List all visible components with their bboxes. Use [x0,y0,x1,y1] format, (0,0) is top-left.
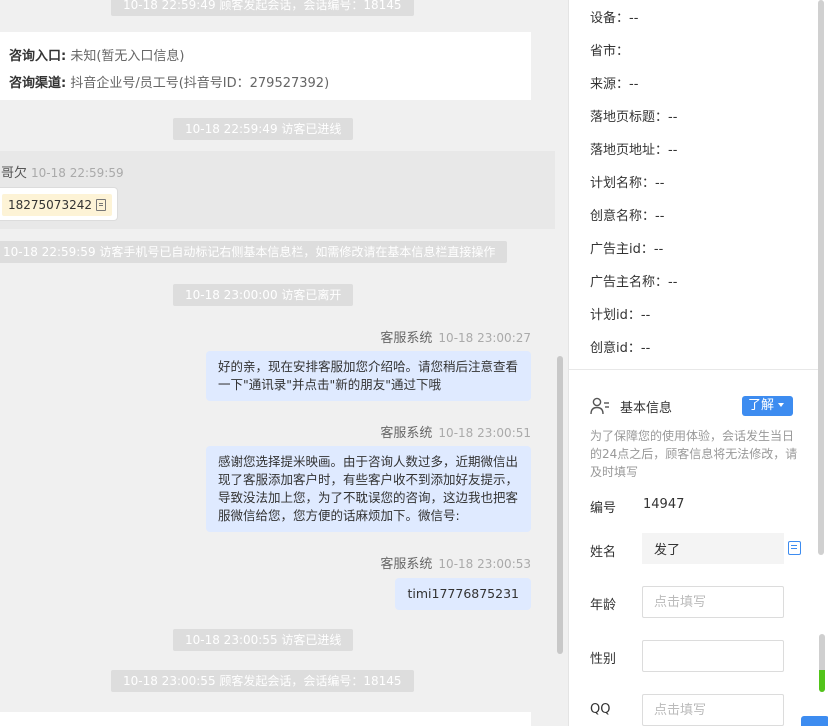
consult-entry-label: 咨询入口: [9,49,67,64]
consult-channel-row: 咨询渠道: 抖音企业号/员工号(抖音号ID：279527392) [9,70,531,97]
consult-entry-row: 咨询入口: 未知(暂无入口信息) [9,43,531,70]
field-label: 广告主名称： [590,275,669,290]
field-label: 来源： [590,77,630,92]
name-field[interactable]: 发了 [642,533,784,564]
field-device: 设备：-- [590,7,638,26]
visitor-sender: 月哥欠10-18 22:59:59 [0,162,124,181]
basic-info-title: 基本信息 [620,400,673,416]
phone-number: 18275073242 [8,198,92,212]
field-label: 计划id： [590,308,641,323]
basic-info-header: 基本信息 [590,394,672,418]
field-label: 设备： [590,11,630,26]
age-input[interactable] [642,586,784,618]
name-label: 姓名 [590,545,617,560]
field-creative-id: 创意id：-- [590,337,650,356]
field-landing-url: 落地页地址：-- [590,139,677,158]
gender-label: 性别 [590,652,617,667]
visitor-name: 月哥欠 [0,166,28,181]
customer-info-panel: 设备：-- 省市： 来源：-- 落地页标题：-- 落地页地址：-- 计划名称：-… [568,0,828,726]
field-value: -- [640,341,651,356]
field-value: -- [655,209,665,224]
field-value: -- [668,110,678,125]
message-time: 10-18 23:00:51 [438,426,531,440]
name-value: 发了 [654,543,681,558]
field-label: 落地页地址： [590,143,669,158]
message-sender: 客服系统 10-18 23:00:27 [380,327,531,346]
system-message: 10-18 23:00:00 访客已离开 [173,284,354,306]
consult-info-card: 咨询入口: 未知(暂无入口信息) 咨询渠道: 抖音企业号/员工号(抖音号ID：2… [0,32,531,100]
field-value: -- [640,308,651,323]
field-plan-name: 计划名称：-- [590,172,664,191]
field-landing-title: 落地页标题：-- [590,106,677,125]
message-sender: 客服系统 10-18 23:00:51 [380,422,531,441]
chat-pane: 10-18 22:59:49 顾客发起会话，会话编号：18145 咨询入口: 未… [0,0,557,726]
system-message: 10-18 23:00:55 顾客发起会话，会话编号：18145 [111,670,414,692]
qq-input[interactable] [642,694,784,726]
system-message: 10-18 23:00:55 访客已进线 [173,629,354,651]
consult-channel-value: 抖音企业号/员工号(抖音号ID：279527392) [70,76,330,91]
field-label: 创意名称： [590,209,656,224]
agent-message-bubble: 感谢您选择提米映画。由于咨询人数过多，近期微信出现了客服添加客户时，有些客户收不… [206,446,531,532]
field-value: -- [655,176,665,191]
system-message: 10-18 22:59:49 顾客发起会话，会话编号：18145 [111,0,414,16]
field-advertiser-name: 广告主名称：-- [590,271,677,290]
user-info-icon [590,397,609,415]
field-province-city: 省市： [590,40,629,59]
field-plan-id: 计划id：-- [590,304,650,323]
field-value: -- [668,275,678,290]
message-sender: 客服系统 10-18 23:00:53 [380,553,531,572]
field-value: -- [629,77,639,92]
agent-message-bubble: timi17776875231 [395,578,531,610]
field-source: 来源：-- [590,73,638,92]
visitor-bubble: 18275073242 [0,187,118,221]
field-creative-name: 创意名称：-- [590,205,664,224]
visitor-time: 10-18 22:59:59 [31,166,124,180]
progress-fill [819,670,825,692]
field-label: 计划名称： [590,176,656,191]
qq-label: QQ [590,702,611,717]
id-value: 14947 [643,497,685,512]
learn-more-dropdown[interactable]: 了解 [742,396,793,416]
age-label: 年龄 [590,598,617,613]
system-message: 10-18 22:59:59 访客手机号已自动标记右侧基本信息栏，如需修改请在基… [0,241,508,263]
message-time: 10-18 23:00:53 [438,557,531,571]
id-label: 编号 [590,501,617,516]
consult-entry-value: 未知(暂无入口信息) [70,49,185,64]
gender-select[interactable] [642,640,784,672]
field-value: -- [629,11,639,26]
field-label: 创意id： [590,341,641,356]
consult-channel-label: 咨询渠道: [9,76,67,91]
sender-name: 客服系统 [380,426,433,441]
panel-mini-scrollbar[interactable] [819,634,825,692]
sender-name: 客服系统 [380,331,433,346]
edit-notice: 为了保障您的使用体验，会话发生当日的24点之后，顾客信息将无法修改，请及时填写 [590,429,798,479]
caret-down-icon [778,403,785,407]
field-value: -- [668,143,678,158]
agent-message-bubble: 好的亲，现在安排客服加您介绍哈。请您稍后注意查看一下"通讯录"并点击"新的朋友"… [206,351,531,401]
copy-icon[interactable] [788,541,801,555]
message-time: 10-18 23:00:27 [438,331,531,345]
sender-name: 客服系统 [380,557,433,572]
field-label: 落地页标题： [590,110,669,125]
field-label: 广告主id： [590,242,654,257]
next-message-card [0,712,531,726]
section-divider [569,369,824,370]
floating-action-button[interactable] [801,716,828,726]
field-value: -- [653,242,664,257]
chat-scrollbar[interactable] [557,356,563,654]
phone-number-chip[interactable]: 18275073242 [2,194,112,216]
learn-more-label: 了解 [748,398,775,413]
panel-scrollbar[interactable] [818,0,824,555]
field-advertiser-id: 广告主id：-- [590,238,663,257]
system-message: 10-18 22:59:49 访客已进线 [173,118,354,140]
field-label: 省市： [590,44,630,59]
copy-icon[interactable] [95,199,106,211]
